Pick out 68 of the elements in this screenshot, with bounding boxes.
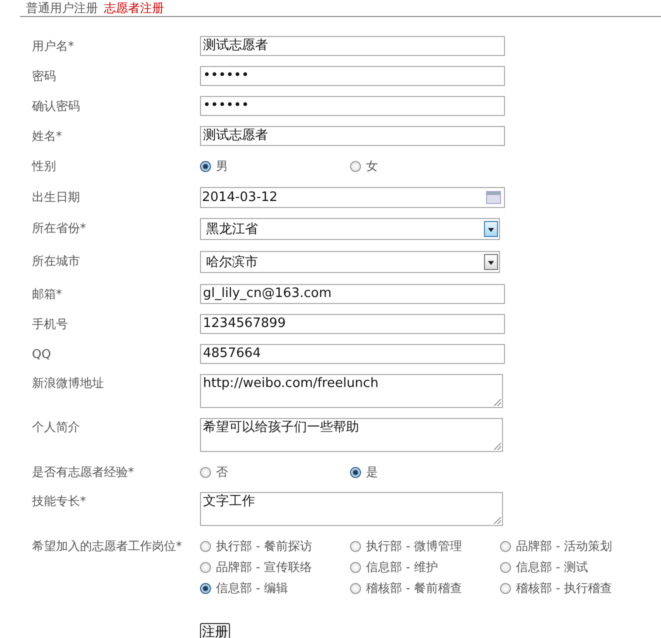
radio-button[interactable] <box>350 540 361 552</box>
radio-button[interactable] <box>500 582 511 594</box>
option-label: 信息部 - 维护 <box>366 558 438 576</box>
option-label: 品牌部 - 活动策划 <box>516 538 612 554</box>
field-label: 技能专长* <box>31 493 87 510</box>
field-value: 黑龙江省 <box>206 221 258 238</box>
option-label: 男 <box>216 158 228 174</box>
field-label: 邮箱* <box>31 286 63 303</box>
input-field[interactable]: gl_lily_cn@163.com <box>200 284 505 304</box>
input-field[interactable]: •••••• <box>200 96 505 116</box>
option-label: 女 <box>366 158 378 174</box>
radio-button[interactable] <box>350 582 361 594</box>
field-value: 2014-03-12 <box>202 188 278 206</box>
input-field[interactable]: •••••• <box>200 66 505 86</box>
input-field[interactable]: 测试志愿者 <box>200 126 505 146</box>
input-field[interactable]: 1234567899 <box>200 314 505 334</box>
field-label: 个人简介 <box>31 419 81 436</box>
dropdown[interactable]: 黑龙江省 <box>200 218 500 240</box>
option-label: 执行部 - 微博管理 <box>366 538 462 554</box>
field-label: 手机号 <box>31 316 69 333</box>
tab[interactable]: 志愿者注册 <box>104 0 164 14</box>
radio-button[interactable] <box>200 466 211 478</box>
radio-button[interactable] <box>350 160 361 172</box>
radio-button[interactable] <box>350 562 361 572</box>
dropdown[interactable]: 哈尔滨市 <box>200 251 500 273</box>
field-label: QQ <box>31 346 52 363</box>
option-label: 品牌部 - 宣传联络 <box>216 558 312 576</box>
resize-grip-icon[interactable] <box>494 399 501 406</box>
tab[interactable]: 普通用户注册 <box>26 0 98 14</box>
option-label: 否 <box>216 464 228 480</box>
resize-grip-icon[interactable] <box>494 443 501 450</box>
field-label: 所在城市 <box>31 253 81 270</box>
field-value: 希望可以给孩子们一些帮助 <box>203 420 359 435</box>
field-label: 性别 <box>30 158 57 175</box>
date-field[interactable]: 2014-03-12 <box>200 187 505 208</box>
field-label: 新浪微博地址 <box>31 375 105 392</box>
submit-button[interactable]: 注册 <box>200 623 230 638</box>
radio-button[interactable] <box>200 582 211 594</box>
field-label: 所在省份* <box>31 220 87 237</box>
field-label: 确认密码 <box>31 98 81 115</box>
text-area[interactable]: 文字工作 <box>200 492 503 526</box>
radio-button[interactable] <box>200 160 211 172</box>
radio-button[interactable] <box>500 540 511 552</box>
radio-button[interactable] <box>200 540 211 552</box>
field-label: 姓名* <box>31 128 63 145</box>
option-label: 信息部 - 编辑 <box>216 580 288 596</box>
field-label: 希望加入的志愿者工作岗位* <box>31 538 183 555</box>
input-field[interactable]: 4857664 <box>200 344 505 364</box>
radio-button[interactable] <box>200 562 211 572</box>
option-label: 执行部 - 餐前探访 <box>216 538 312 554</box>
radio-button[interactable] <box>500 562 511 572</box>
field-value: http://weibo.com/freelunch <box>203 376 378 391</box>
field-label: 密码 <box>31 68 57 85</box>
field-value: 文字工作 <box>203 494 255 509</box>
option-label: 信息部 - 测试 <box>516 558 588 576</box>
calendar-icon[interactable] <box>486 191 501 204</box>
text-area[interactable]: http://weibo.com/freelunch <box>200 374 503 408</box>
field-value: 哈尔滨市 <box>206 254 258 271</box>
option-label: 是 <box>366 464 378 480</box>
field-label: 出生日期 <box>31 189 81 206</box>
radio-button[interactable] <box>350 466 361 478</box>
option-label: 稽核部 - 餐前稽查 <box>366 580 462 596</box>
option-label: 稽核部 - 执行稽查 <box>516 580 612 596</box>
input-field[interactable]: 测试志愿者 <box>200 36 505 56</box>
field-label: 是否有志愿者经验* <box>31 464 135 481</box>
field-label: 用户名* <box>31 38 75 55</box>
resize-grip-icon[interactable] <box>494 517 501 524</box>
text-area[interactable]: 希望可以给孩子们一些帮助 <box>200 418 503 452</box>
